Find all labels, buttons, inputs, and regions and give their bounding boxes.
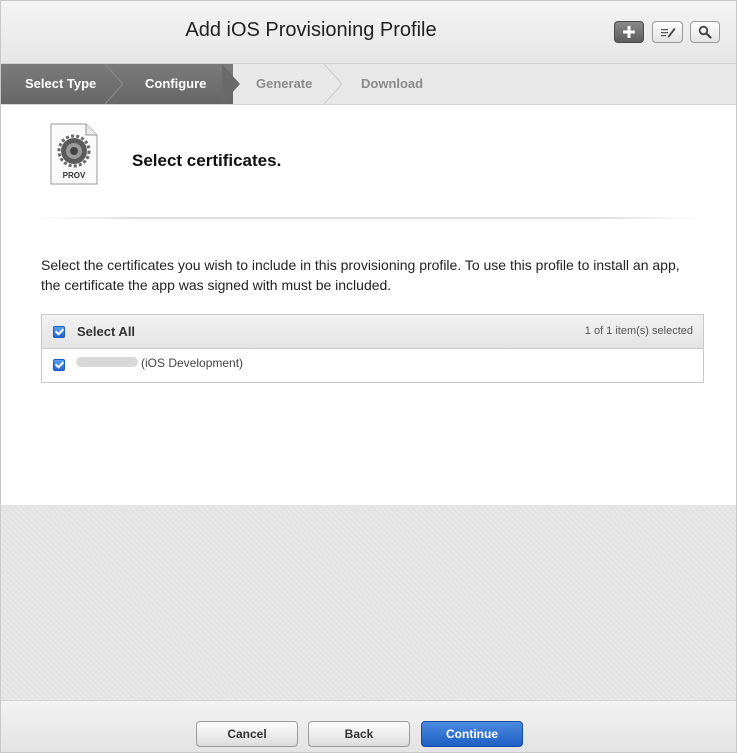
- prov-label: PROV: [63, 171, 86, 180]
- section-heading: Select certificates.: [132, 151, 282, 170]
- cancel-button[interactable]: Cancel: [196, 721, 298, 747]
- description-text: Select the certificates you wish to incl…: [41, 257, 680, 293]
- select-all-checkbox[interactable]: [53, 326, 65, 338]
- step-separator-icon: [105, 64, 123, 104]
- table-header: Select All 1 of 1 item(s) selected: [42, 315, 703, 349]
- window: Add iOS Provisioning Profile Select Type…: [0, 0, 737, 753]
- empty-background: [1, 505, 736, 700]
- selection-count: 1 of 1 item(s) selected: [584, 325, 693, 337]
- wizard-steps: Select Type Configure Generate Download: [1, 64, 736, 105]
- search-button[interactable]: [690, 21, 720, 43]
- edit-button[interactable]: [652, 21, 683, 43]
- continue-button[interactable]: Continue: [421, 721, 523, 747]
- provisioning-profile-icon: PROV: [50, 123, 98, 185]
- header-bar: Add iOS Provisioning Profile: [1, 1, 736, 64]
- footer-bar: Cancel Back Continue: [1, 700, 736, 752]
- divider: [39, 217, 699, 219]
- search-icon: [698, 25, 712, 39]
- step-download: Download: [361, 76, 424, 91]
- step-configure: Configure: [107, 64, 233, 104]
- certificate-type: (iOS Development): [141, 356, 244, 370]
- page-title: Add iOS Provisioning Profile: [185, 19, 437, 41]
- back-button[interactable]: Back: [308, 721, 410, 747]
- redacted-certificate-name: [76, 357, 138, 367]
- edit-icon: [660, 28, 675, 38]
- select-all-label: Select All: [77, 324, 136, 339]
- certificate-checkbox[interactable]: [53, 359, 65, 371]
- certificates-table: Select All 1 of 1 item(s) selected (iOS …: [41, 314, 704, 383]
- main-content: PROV Select certificates. Select the cer…: [1, 105, 736, 505]
- add-button[interactable]: [614, 21, 644, 43]
- plus-icon: [623, 26, 635, 38]
